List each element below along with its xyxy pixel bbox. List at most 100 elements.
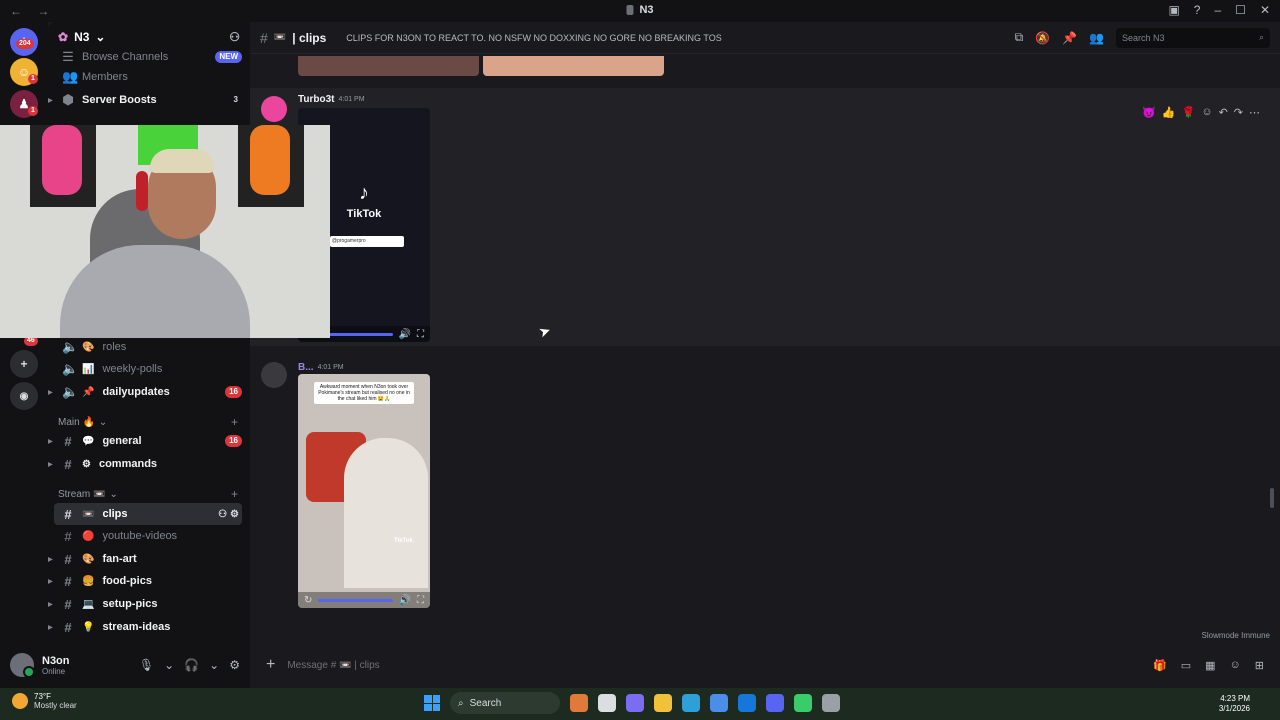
channel-commands[interactable]: ▶ # ⚙ commands: [48, 453, 242, 475]
slowmode-indicator: Slowmode Immune: [1201, 631, 1270, 640]
search-input[interactable]: Search N3 ⌕: [1116, 27, 1270, 48]
hash-icon: #: [64, 456, 72, 472]
fullscreen-icon[interactable]: ⛶: [417, 595, 424, 606]
volume-icon[interactable]: 🔊: [399, 595, 411, 606]
channel-setup-pics[interactable]: ▶ # 💻 setup-pics: [48, 593, 242, 615]
maximize-button[interactable]: ☐: [1235, 3, 1246, 17]
avatar[interactable]: [261, 362, 287, 388]
volume-icon[interactable]: 🔊: [399, 329, 411, 340]
hash-icon: #: [64, 433, 72, 449]
widgets-icon[interactable]: [570, 694, 588, 712]
add-channel-icon[interactable]: +: [231, 487, 238, 501]
person-hair: [150, 149, 214, 173]
attach-plus-icon[interactable]: +: [266, 656, 275, 674]
message-item[interactable]: B... 4:01 PM Awkward moment when N3on to…: [250, 356, 1280, 614]
window-titlebar: ← → N3 ▣ ? – ☐ ✕: [0, 0, 1280, 22]
channel-settings-icon[interactable]: ⚇⚙: [218, 509, 242, 520]
reaction-icon[interactable]: 🌹: [1182, 106, 1196, 119]
discord-icon[interactable]: [766, 694, 784, 712]
replay-icon[interactable]: ↻: [304, 595, 312, 606]
thumbs-up-icon[interactable]: 👍: [1162, 106, 1176, 119]
fullscreen-icon[interactable]: ⛶: [417, 329, 424, 340]
image-attachment[interactable]: [298, 56, 479, 76]
video-progress[interactable]: [318, 598, 393, 602]
channel-roles[interactable]: 🔈 🎨 roles: [54, 336, 242, 358]
copilot-icon[interactable]: [626, 694, 644, 712]
invite-icon[interactable]: ⚇: [229, 30, 240, 44]
video-person-front: [344, 438, 428, 588]
emoji-icon[interactable]: ☺: [1230, 659, 1241, 672]
channel-dailyupdates[interactable]: ▶ 🔈 📌 dailyupdates 16: [48, 381, 242, 403]
author-name[interactable]: B...: [298, 362, 314, 373]
mute-bell-icon[interactable]: 🔕: [1035, 31, 1050, 45]
chevron-down-icon: ⌄: [95, 30, 106, 44]
gear-icon[interactable]: ⚙: [229, 658, 240, 672]
message-item[interactable]: Turbo3t 4:01 PM ♪ TikTok @progamerpro 🔊 …: [250, 88, 1280, 346]
threads-icon[interactable]: ⧉: [1015, 30, 1024, 45]
settings-icon[interactable]: [822, 694, 840, 712]
browse-channels[interactable]: ☰ Browse Channels NEW: [54, 46, 242, 68]
chevron-down-icon[interactable]: ⌄: [164, 658, 174, 672]
forward-icon[interactable]: ↷: [1234, 106, 1243, 119]
more-icon[interactable]: ⋯: [1249, 106, 1260, 119]
channel-weekly-polls[interactable]: 🔈 📊 weekly-polls: [54, 358, 242, 380]
edge-icon[interactable]: [682, 694, 700, 712]
poster-figure: [42, 125, 82, 195]
channel-food-pics[interactable]: ▶ # 🍔 food-pics: [48, 570, 242, 592]
app-icon[interactable]: [794, 694, 812, 712]
taskbar-search[interactable]: ⌕ Search: [450, 692, 560, 714]
gift-icon[interactable]: 🎁: [1153, 659, 1167, 672]
chevron-down-icon[interactable]: ⌄: [209, 658, 219, 672]
headphones-icon[interactable]: 🎧: [184, 658, 199, 672]
unread-arrow: ▶: [48, 624, 53, 631]
discover-icon[interactable]: ◉: [10, 382, 38, 410]
scrollbar[interactable]: [1270, 488, 1274, 508]
avatar[interactable]: [261, 96, 287, 122]
members-item[interactable]: 👥 Members: [54, 66, 242, 88]
add-reaction-icon[interactable]: ☺: [1201, 106, 1212, 119]
weather-widget[interactable]: 73°F Mostly clear: [12, 692, 77, 710]
store-icon[interactable]: [710, 694, 728, 712]
add-server-icon[interactable]: +: [10, 350, 38, 378]
add-channel-icon[interactable]: +: [231, 415, 238, 429]
reaction-icon[interactable]: 😈: [1142, 106, 1156, 119]
channel-stream-ideas[interactable]: ▶ # 💡 stream-ideas: [48, 616, 242, 638]
task-view-icon[interactable]: [598, 694, 616, 712]
reply-icon[interactable]: ↶: [1219, 106, 1228, 119]
channel-clips[interactable]: # 📼 clips ⚇⚙: [54, 503, 242, 525]
inbox-icon[interactable]: ▣: [1168, 3, 1179, 17]
microphone-icon[interactable]: 🎙: [139, 658, 154, 672]
help-icon[interactable]: ?: [1194, 3, 1201, 17]
user-status: Online: [42, 666, 66, 676]
user-info[interactable]: N3on Online: [42, 655, 70, 676]
gif-icon[interactable]: ▭: [1181, 659, 1191, 672]
file-explorer-icon[interactable]: [654, 694, 672, 712]
apps-icon[interactable]: ⊞: [1255, 659, 1264, 672]
hash-icon: #: [64, 528, 72, 544]
channel-youtube-videos[interactable]: # 🔴 youtube-videos: [54, 525, 242, 547]
new-badge: NEW: [215, 51, 242, 63]
pin-icon[interactable]: 📌: [1062, 31, 1077, 45]
image-attachment[interactable]: [483, 56, 664, 76]
message-input[interactable]: Message # 📼 | clips: [287, 660, 379, 671]
author-name[interactable]: Turbo3t: [298, 94, 334, 105]
system-clock[interactable]: 4:23 PM 3/1/2026: [1219, 694, 1250, 714]
category-stream[interactable]: Stream 📼 ⌄: [58, 489, 118, 500]
channel-general[interactable]: ▶ # 💬 general 16: [48, 430, 242, 452]
person-hoodie: [60, 245, 250, 338]
close-button[interactable]: ✕: [1260, 3, 1270, 17]
sticker-icon[interactable]: ▦: [1205, 659, 1215, 672]
category-main[interactable]: Main 🔥 ⌄: [58, 417, 107, 428]
windows-start-icon[interactable]: [424, 695, 440, 711]
member-list-icon[interactable]: 👥: [1089, 31, 1104, 45]
avatar[interactable]: [10, 653, 35, 678]
nav-arrows[interactable]: ← →: [10, 4, 55, 18]
outlook-icon[interactable]: [738, 694, 756, 712]
minimize-button[interactable]: –: [1214, 3, 1221, 17]
channel-fan-art[interactable]: ▶ # 🎨 fan-art: [48, 548, 242, 570]
server-boosts-item[interactable]: ▶ ⬢ Server Boosts 3: [48, 89, 242, 111]
browse-icon: ☰: [62, 49, 74, 64]
clock-date: 3/1/2026: [1218, 704, 1250, 713]
video-attachment[interactable]: Awkward moment when N3on took over Pokim…: [298, 374, 430, 608]
channel-topic[interactable]: CLIPS FOR N3ON TO REACT TO. NO NSFW NO D…: [346, 33, 721, 43]
